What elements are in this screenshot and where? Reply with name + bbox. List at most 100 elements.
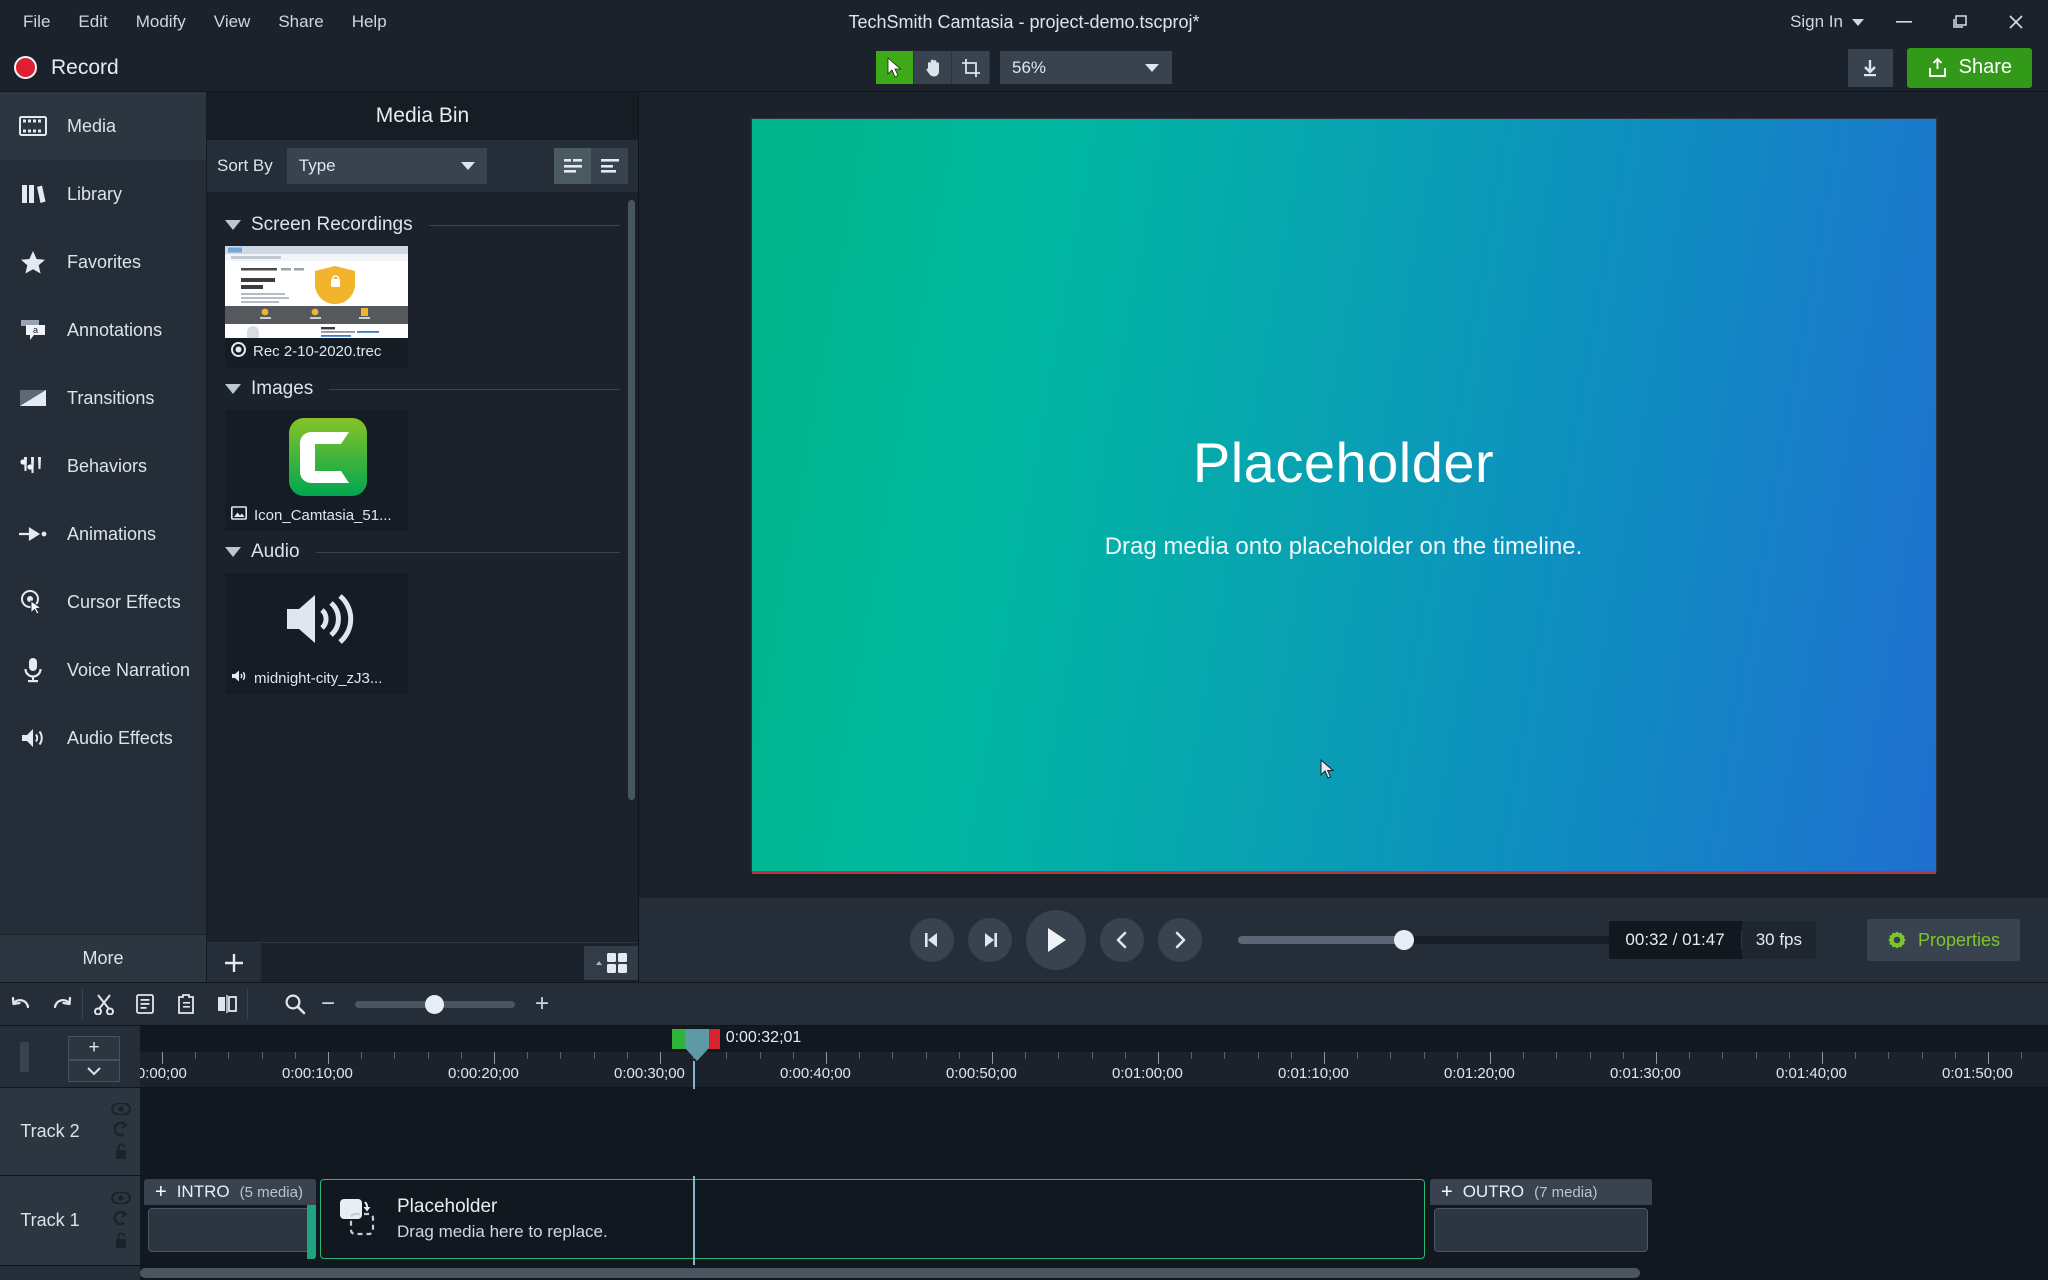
- media-item-recording[interactable]: Rec 2-10-2020.trec: [225, 246, 408, 368]
- add-media-button[interactable]: [207, 943, 261, 983]
- media-bin-scrollbar[interactable]: [628, 200, 635, 800]
- disable-track-icon[interactable]: [112, 1210, 130, 1226]
- collapse-tracks-button[interactable]: [68, 1060, 120, 1082]
- scrubber-handle[interactable]: [1394, 930, 1414, 950]
- step-back-button[interactable]: [1100, 918, 1144, 962]
- clip-group-right-edge[interactable]: [307, 1205, 316, 1259]
- sidebar-item-favorites[interactable]: Favorites: [0, 228, 206, 296]
- track-row-track-1[interactable]: + INTRO (5 media): [140, 1176, 2048, 1266]
- clip-group-outro[interactable]: + OUTRO (7 media): [1430, 1179, 1652, 1259]
- titlebar-right-controls: Sign In: [1778, 0, 2048, 44]
- paste-button[interactable]: [165, 982, 206, 1026]
- menu-item-help[interactable]: Help: [339, 6, 400, 38]
- sidebar-item-cursor-effects[interactable]: Cursor Effects: [0, 568, 206, 636]
- preview-stage[interactable]: Placeholder Drag media onto placeholder …: [752, 119, 1936, 871]
- sidebar-item-audio-effects[interactable]: Audio Effects: [0, 704, 206, 772]
- menu-item-share[interactable]: Share: [265, 6, 336, 38]
- minimize-button[interactable]: [1876, 0, 1932, 44]
- maximize-restore-button[interactable]: [1932, 0, 1988, 44]
- scrollbar-thumb[interactable]: [140, 1268, 1640, 1278]
- media-group-header[interactable]: Audio: [225, 533, 620, 573]
- sidebar-item-transitions[interactable]: Transitions: [0, 364, 206, 432]
- step-forward-button[interactable]: [1158, 918, 1202, 962]
- clip-group-header[interactable]: + OUTRO (7 media): [1430, 1179, 1652, 1205]
- media-item-image[interactable]: Icon_Camtasia_51...: [225, 410, 408, 531]
- hand-tool-button[interactable]: [914, 51, 952, 84]
- timeline-scale-control[interactable]: [12, 1042, 36, 1072]
- ruler-tick-major: [1158, 1052, 1159, 1064]
- zoom-level-select[interactable]: 56%: [1000, 51, 1172, 84]
- redo-button[interactable]: [41, 982, 82, 1026]
- zoom-in-button[interactable]: +: [529, 990, 555, 1018]
- disable-track-icon[interactable]: [112, 1121, 130, 1137]
- timeline-horizontal-scrollbar[interactable]: [140, 1266, 2048, 1280]
- pointer-tool-button[interactable]: [876, 51, 914, 84]
- sidebar-more-button[interactable]: More: [0, 934, 206, 982]
- zoom-slider-handle[interactable]: [425, 995, 444, 1014]
- sidebar-item-voice-narration[interactable]: Voice Narration: [0, 636, 206, 704]
- timeline-tracks-area[interactable]: 0:00:00;000:00:10;000:00:20;000:00:30;00…: [140, 1026, 2048, 1280]
- media-group-header[interactable]: Images: [225, 370, 620, 410]
- crop-tool-button[interactable]: [952, 51, 990, 84]
- cut-button[interactable]: [83, 982, 124, 1026]
- media-bin-title: Media Bin: [207, 92, 638, 140]
- recording-icon: [231, 342, 246, 361]
- download-button[interactable]: [1848, 49, 1893, 87]
- current-time-label: 00:32 / 01:47: [1609, 930, 1741, 950]
- detail-view-button[interactable]: [591, 148, 628, 184]
- menu-item-view[interactable]: View: [201, 6, 264, 38]
- previous-clip-button[interactable]: [910, 918, 954, 962]
- split-button[interactable]: [206, 982, 247, 1026]
- media-item-name-row: midnight-city_zJ3...: [225, 665, 408, 694]
- thumbnail-size-button[interactable]: [584, 946, 638, 980]
- lock-icon[interactable]: [113, 1143, 129, 1160]
- copy-button[interactable]: [124, 982, 165, 1026]
- track-row-track-2[interactable]: [140, 1088, 2048, 1176]
- canvas-area[interactable]: Placeholder Drag media onto placeholder …: [639, 92, 2048, 898]
- track-header-track-2[interactable]: Track 2: [0, 1088, 140, 1176]
- zoom-search-icon[interactable]: [274, 982, 315, 1026]
- mouse-cursor-icon: [1320, 759, 1336, 785]
- sidebar-item-media[interactable]: Media: [0, 92, 206, 160]
- close-button[interactable]: [1988, 0, 2044, 44]
- track-header-track-1[interactable]: Track 1: [0, 1176, 140, 1266]
- thumbnail-view-button[interactable]: [554, 148, 591, 184]
- media-group-header[interactable]: Screen Recordings: [225, 206, 620, 246]
- eye-icon[interactable]: [111, 1103, 131, 1115]
- next-clip-button[interactable]: [968, 918, 1012, 962]
- media-item-name-row: Icon_Camtasia_51...: [225, 502, 408, 531]
- menu-item-file[interactable]: File: [10, 6, 63, 38]
- placeholder-clip[interactable]: Placeholder Drag media here to replace.: [320, 1179, 1425, 1259]
- add-track-button[interactable]: +: [68, 1036, 120, 1060]
- ruler-label: 0:00:50;00: [946, 1065, 1017, 1082]
- share-button[interactable]: Share: [1907, 48, 2032, 88]
- fps-label: 30 fps: [1742, 921, 1816, 959]
- media-item-audio[interactable]: midnight-city_zJ3...: [225, 573, 408, 694]
- eye-icon[interactable]: [111, 1192, 131, 1204]
- undo-button[interactable]: [0, 982, 41, 1026]
- zoom-out-button[interactable]: −: [315, 990, 341, 1018]
- timeline-ruler[interactable]: 0:00:00;000:00:10;000:00:20;000:00:30;00…: [140, 1026, 2048, 1088]
- menu-item-modify[interactable]: Modify: [123, 6, 199, 38]
- expand-group-icon[interactable]: +: [155, 1181, 167, 1204]
- play-button[interactable]: [1026, 910, 1086, 970]
- media-bin-scroll-area[interactable]: Screen Recordings: [207, 192, 638, 942]
- record-button[interactable]: Record: [0, 56, 119, 80]
- stage-placeholder-subtitle: Drag media onto placeholder on the timel…: [1105, 533, 1583, 561]
- sidebar-item-animations[interactable]: Animations: [0, 500, 206, 568]
- timeline-zoom-slider[interactable]: [355, 1001, 515, 1008]
- sidebar-item-annotations[interactable]: a Annotations: [0, 296, 206, 364]
- sidebar-item-library[interactable]: Library: [0, 160, 206, 228]
- menu-item-edit[interactable]: Edit: [65, 6, 120, 38]
- ruler-tick-minor: [1125, 1052, 1126, 1059]
- clip-group-intro[interactable]: + INTRO (5 media): [144, 1179, 316, 1259]
- ruler-tick-minor: [295, 1052, 296, 1059]
- sign-in-button[interactable]: Sign In: [1778, 6, 1876, 38]
- lock-icon[interactable]: [113, 1232, 129, 1249]
- sidebar-item-behaviors[interactable]: Behaviors: [0, 432, 206, 500]
- clip-group-header[interactable]: + INTRO (5 media): [144, 1179, 316, 1205]
- ruler-marker-lane[interactable]: [140, 1026, 2048, 1052]
- properties-button[interactable]: Properties: [1867, 919, 2020, 961]
- sort-by-select[interactable]: Type: [287, 148, 487, 184]
- expand-group-icon[interactable]: +: [1441, 1181, 1453, 1204]
